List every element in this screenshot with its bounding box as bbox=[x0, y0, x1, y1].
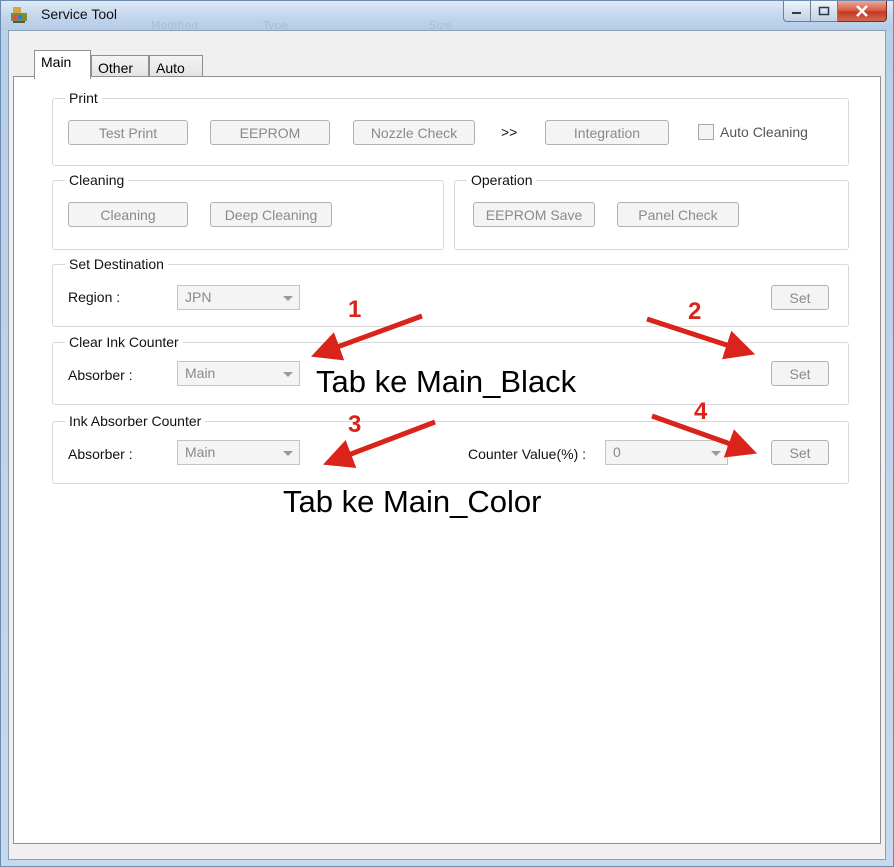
maximize-button[interactable] bbox=[811, 1, 838, 22]
close-icon bbox=[856, 5, 868, 17]
set-destination-button[interactable]: Set bbox=[771, 285, 829, 310]
print-group: Print Test Print EEPROM Nozzle Check >> … bbox=[52, 90, 849, 166]
set-destination-group: Set Destination Region : JPN Set bbox=[52, 256, 849, 327]
close-button[interactable] bbox=[838, 1, 887, 22]
chevron-label: >> bbox=[501, 124, 518, 140]
ink-absorber-value: Main bbox=[185, 444, 216, 460]
chevron-down-icon bbox=[283, 296, 293, 301]
annotation-number-3: 3 bbox=[348, 411, 362, 438]
annotation-note-main-black: Tab ke Main_Black bbox=[316, 364, 577, 399]
auto-cleaning-checkbox[interactable] bbox=[698, 124, 714, 140]
cleaning-group-title: Cleaning bbox=[65, 172, 129, 188]
service-tool-window: Service Tool Modified Type Size Main Oth… bbox=[0, 0, 894, 867]
cleaning-group: Cleaning Cleaning Deep Cleaning bbox=[52, 172, 444, 250]
region-select[interactable]: JPN bbox=[177, 285, 300, 310]
print-group-title: Print bbox=[65, 90, 102, 106]
chevron-down-icon bbox=[283, 372, 293, 377]
tab-main[interactable]: Main bbox=[34, 50, 91, 79]
chevron-down-icon bbox=[711, 451, 721, 456]
tab-main-label: Main bbox=[41, 54, 72, 70]
window-controls bbox=[783, 1, 887, 23]
clear-absorber-select[interactable]: Main bbox=[177, 361, 300, 386]
region-select-value: JPN bbox=[185, 289, 212, 305]
main-tab-panel: Print Test Print EEPROM Nozzle Check >> … bbox=[13, 76, 881, 844]
maximize-icon bbox=[818, 6, 830, 16]
ink-absorber-label: Absorber : bbox=[68, 446, 133, 462]
clear-ink-set-button[interactable]: Set bbox=[771, 361, 829, 386]
operation-group: Operation EEPROM Save Panel Check bbox=[454, 172, 849, 250]
auto-cleaning-label: Auto Cleaning bbox=[720, 124, 808, 140]
minimize-button[interactable] bbox=[783, 1, 811, 22]
operation-group-title: Operation bbox=[467, 172, 537, 188]
deep-cleaning-button[interactable]: Deep Cleaning bbox=[210, 202, 332, 227]
nozzle-check-button[interactable]: Nozzle Check bbox=[353, 120, 475, 145]
tab-other-label: Other bbox=[98, 60, 134, 76]
client-area: Main Other Auto Print Test Print EEPROM … bbox=[8, 30, 886, 860]
eeprom-button[interactable]: EEPROM bbox=[210, 120, 330, 145]
integration-button[interactable]: Integration bbox=[545, 120, 669, 145]
tab-auto-label: Auto bbox=[156, 60, 185, 76]
clear-absorber-label: Absorber : bbox=[68, 367, 133, 383]
annotation-number-1: 1 bbox=[348, 296, 362, 323]
ink-absorber-select[interactable]: Main bbox=[177, 440, 300, 465]
window-title: Service Tool bbox=[41, 6, 118, 22]
clear-absorber-value: Main bbox=[185, 365, 216, 381]
minimize-icon bbox=[792, 12, 801, 14]
counter-value-value: 0 bbox=[613, 444, 621, 460]
region-label: Region : bbox=[68, 289, 121, 305]
counter-value-label: Counter Value(%) : bbox=[468, 446, 587, 462]
eeprom-save-button[interactable]: EEPROM Save bbox=[473, 202, 595, 227]
test-print-button[interactable]: Test Print bbox=[68, 120, 188, 145]
annotation-note-main-color: Tab ke Main_Color bbox=[283, 484, 542, 519]
ink-absorber-counter-group: Ink Absorber Counter Absorber : Main Cou… bbox=[52, 413, 849, 484]
annotation-number-4: 4 bbox=[694, 398, 708, 425]
title-bar[interactable]: Service Tool Modified Type Size bbox=[1, 1, 893, 32]
ink-absorber-counter-title: Ink Absorber Counter bbox=[65, 413, 206, 429]
chevron-down-icon bbox=[283, 451, 293, 456]
annotation-number-2: 2 bbox=[688, 298, 702, 325]
ink-absorber-set-button[interactable]: Set bbox=[771, 440, 829, 465]
counter-value-select[interactable]: 0 bbox=[605, 440, 728, 465]
printer-app-icon bbox=[11, 7, 27, 23]
set-destination-title: Set Destination bbox=[65, 256, 168, 272]
clear-ink-counter-title: Clear Ink Counter bbox=[65, 334, 183, 350]
cleaning-button[interactable]: Cleaning bbox=[68, 202, 188, 227]
panel-check-button[interactable]: Panel Check bbox=[617, 202, 739, 227]
